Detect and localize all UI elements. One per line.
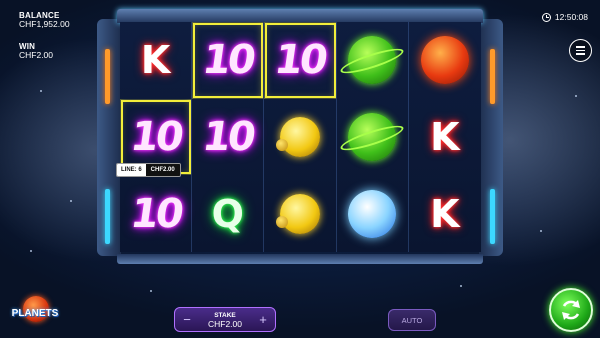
star [540,230,542,232]
symbol-10: 10 [199,113,256,160]
stake-plus-button[interactable]: + [258,312,268,327]
yellow-planet-symbol [275,193,320,234]
green-planet-symbol [338,36,406,85]
win-value: CHF2.00 [19,50,54,60]
symbol-q: Q [211,191,244,236]
star [150,290,152,292]
reel-cell: Q [192,175,265,252]
symbol-10: 10 [127,190,184,237]
symbol-10: 10 [127,113,184,160]
win-line-tooltip: LINE: 6 CHF2.00 [116,163,181,177]
reel-cell: 10 [192,98,265,176]
stake-minus-button[interactable]: − [182,312,192,327]
star [460,285,462,287]
frame-light [105,189,110,244]
reel-cell [337,175,409,252]
star [575,95,577,97]
clock-icon [541,12,551,22]
reel-cell: K [120,22,193,99]
stake-value: CHF2.00 [207,318,242,329]
frame-light [490,189,495,244]
reel-grid: K 10 10 10 10 K 10 Q K [120,22,481,252]
frame-light [105,49,110,104]
star [70,200,72,202]
reel-cell [409,22,481,99]
symbol-k: K [140,38,171,83]
red-planet-symbol [420,36,469,85]
reel-cell: 10 [120,175,193,252]
symbol-10: 10 [271,37,329,84]
line-number: LINE: 6 [117,164,146,176]
reel-cell: 10 [264,22,337,99]
clock-time: 12:50:08 [554,12,588,22]
clock: 12:50:08 [541,12,588,22]
symbol-10: 10 [199,37,256,84]
spin-arrows-icon [562,300,580,320]
star [30,250,32,252]
frame-top-bar [117,9,483,23]
star [40,90,42,92]
reel-cell [337,98,409,176]
autoplay-button[interactable]: AUTO [388,309,436,331]
stake-control: − STAKE CHF2.00 + [174,307,276,332]
balance-value: CHF1,952.00 [19,19,70,29]
frame-light [490,49,495,104]
blue-planet-symbol [348,189,397,238]
line-win-value: CHF2.00 [145,164,180,176]
reel-cell: K [409,99,481,176]
reel-cell [264,175,337,252]
logo-text: PLANETS [11,308,59,319]
symbol-k: K [430,191,460,236]
game-logo: PLANETS [10,296,60,330]
symbol-k: K [430,114,460,159]
hamburger-menu-icon [576,46,585,48]
reel-cell: K [409,175,481,252]
reel-cell: 10 [192,22,265,99]
reel-cell [264,98,337,176]
yellow-planet-symbol [275,116,320,157]
balance-display: BALANCE CHF1,952.00 [19,11,70,29]
frame-bottom-bar [117,254,483,264]
reel-cell [337,22,409,99]
green-planet-symbol [338,112,406,161]
spin-button[interactable] [549,288,593,332]
win-display: WIN CHF2.00 [19,42,53,60]
menu-button[interactable] [569,39,592,62]
